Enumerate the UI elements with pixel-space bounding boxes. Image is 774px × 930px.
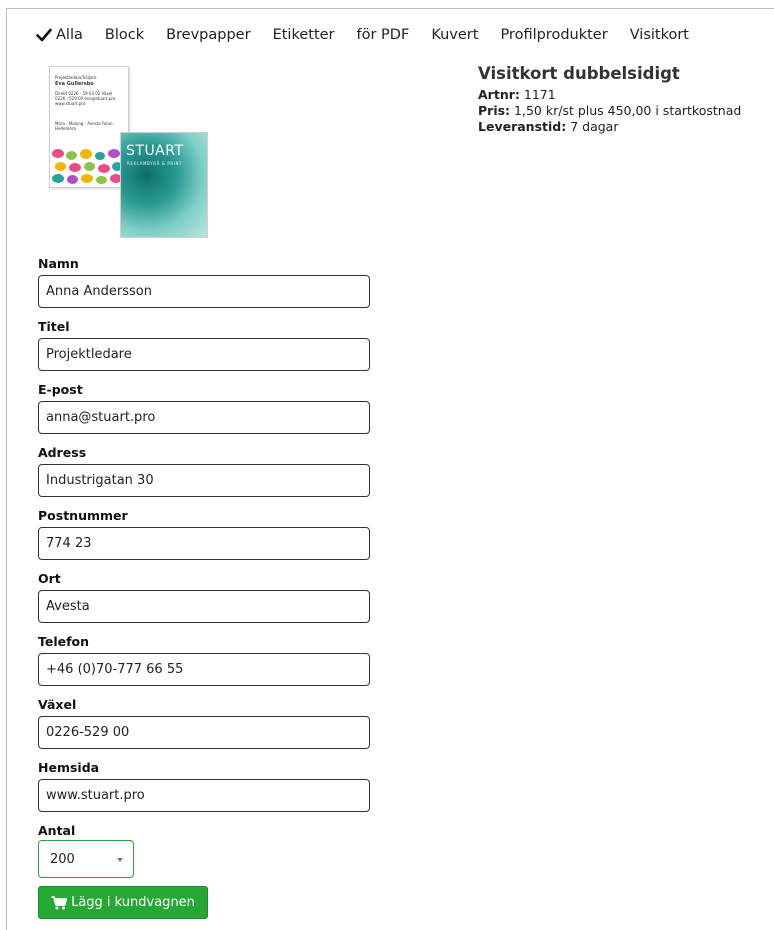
chevron-down-icon — [117, 858, 123, 862]
title-label: Titel — [38, 319, 70, 334]
nav-item-label: Alla — [56, 27, 83, 43]
card-logo: STUART — [126, 143, 184, 159]
nav-item-visitkort[interactable]: Visitkort — [630, 27, 689, 43]
nav-item-etiketter[interactable]: Etiketter — [273, 27, 335, 43]
nav-item-brevpapper[interactable]: Brevpapper — [166, 27, 250, 43]
address-label: Adress — [38, 445, 87, 460]
card-contact: Direkt 0226 - 59 03 02 Växel 0226 - 529 … — [55, 91, 116, 106]
price-row: Pris: 1,50 kr/st plus 450,00 i startkost… — [478, 103, 741, 119]
product-title: Visitkort dubbelsidigt — [478, 64, 680, 83]
quantity-select[interactable]: 200 — [38, 840, 134, 878]
business-card-back: STUART REKLAMBYRÅ & PRINT — [120, 132, 208, 238]
product-info: Visitkort dubbelsidigt Artnr: 1171 Pris:… — [478, 64, 741, 135]
nav-item-profilprodukter[interactable]: Profilprodukter — [500, 27, 607, 43]
check-icon — [36, 28, 52, 42]
website-label: Hemsida — [38, 760, 100, 775]
cart-icon — [51, 895, 68, 909]
city-field[interactable] — [38, 590, 370, 623]
nav-item-alla[interactable]: Alla — [36, 27, 83, 43]
title-field[interactable] — [38, 338, 370, 371]
delivery-row: Leveranstid: 7 dagar — [478, 119, 741, 135]
nav-item-for-pdf[interactable]: för PDF — [357, 27, 410, 43]
card-locations: Mora · Malung · Avesta Falun · Hedemora — [55, 121, 116, 131]
name-field[interactable] — [38, 275, 370, 308]
city-label: Ort — [38, 571, 61, 586]
price-label: Pris: — [478, 103, 511, 118]
card-tagline: REKLAMBYRÅ & PRINT — [127, 161, 183, 166]
business-card-front: Projektledare/Säljare Eva Gullersbo Dire… — [49, 66, 129, 188]
product-image: Projektledare/Säljare Eva Gullersbo Dire… — [38, 66, 210, 238]
switchboard-field[interactable] — [38, 716, 370, 749]
category-nav: Alla Block Brevpapper Etiketter för PDF … — [36, 27, 711, 43]
email-field[interactable] — [38, 401, 370, 434]
artnr-label: Artnr: — [478, 87, 520, 102]
name-label: Namn — [38, 256, 79, 271]
phone-label: Telefon — [38, 634, 90, 649]
quantity-value: 200 — [50, 852, 75, 867]
postal-code-label: Postnummer — [38, 508, 128, 523]
address-field[interactable] — [38, 464, 370, 497]
postal-code-field[interactable] — [38, 527, 370, 560]
quantity-label: Antal — [38, 823, 76, 838]
card-name: Eva Gullersbo — [55, 81, 94, 87]
phone-field[interactable] — [38, 653, 370, 686]
add-to-cart-button[interactable]: Lägg i kundvagnen — [38, 886, 208, 919]
switchboard-label: Växel — [38, 697, 77, 712]
card-role: Projektledare/Säljare — [55, 75, 97, 80]
delivery-label: Leveranstid: — [478, 119, 567, 134]
artnr-value: 1171 — [523, 87, 556, 102]
delivery-value: 7 dagar — [570, 119, 619, 134]
nav-item-kuvert[interactable]: Kuvert — [431, 27, 478, 43]
add-to-cart-label: Lägg i kundvagnen — [71, 895, 195, 910]
email-label: E-post — [38, 382, 83, 397]
price-value: 1,50 kr/st plus 450,00 i startkostnad — [514, 103, 742, 118]
nav-item-block[interactable]: Block — [105, 27, 144, 43]
artnr-row: Artnr: 1171 — [478, 87, 741, 103]
website-field[interactable] — [38, 779, 370, 812]
